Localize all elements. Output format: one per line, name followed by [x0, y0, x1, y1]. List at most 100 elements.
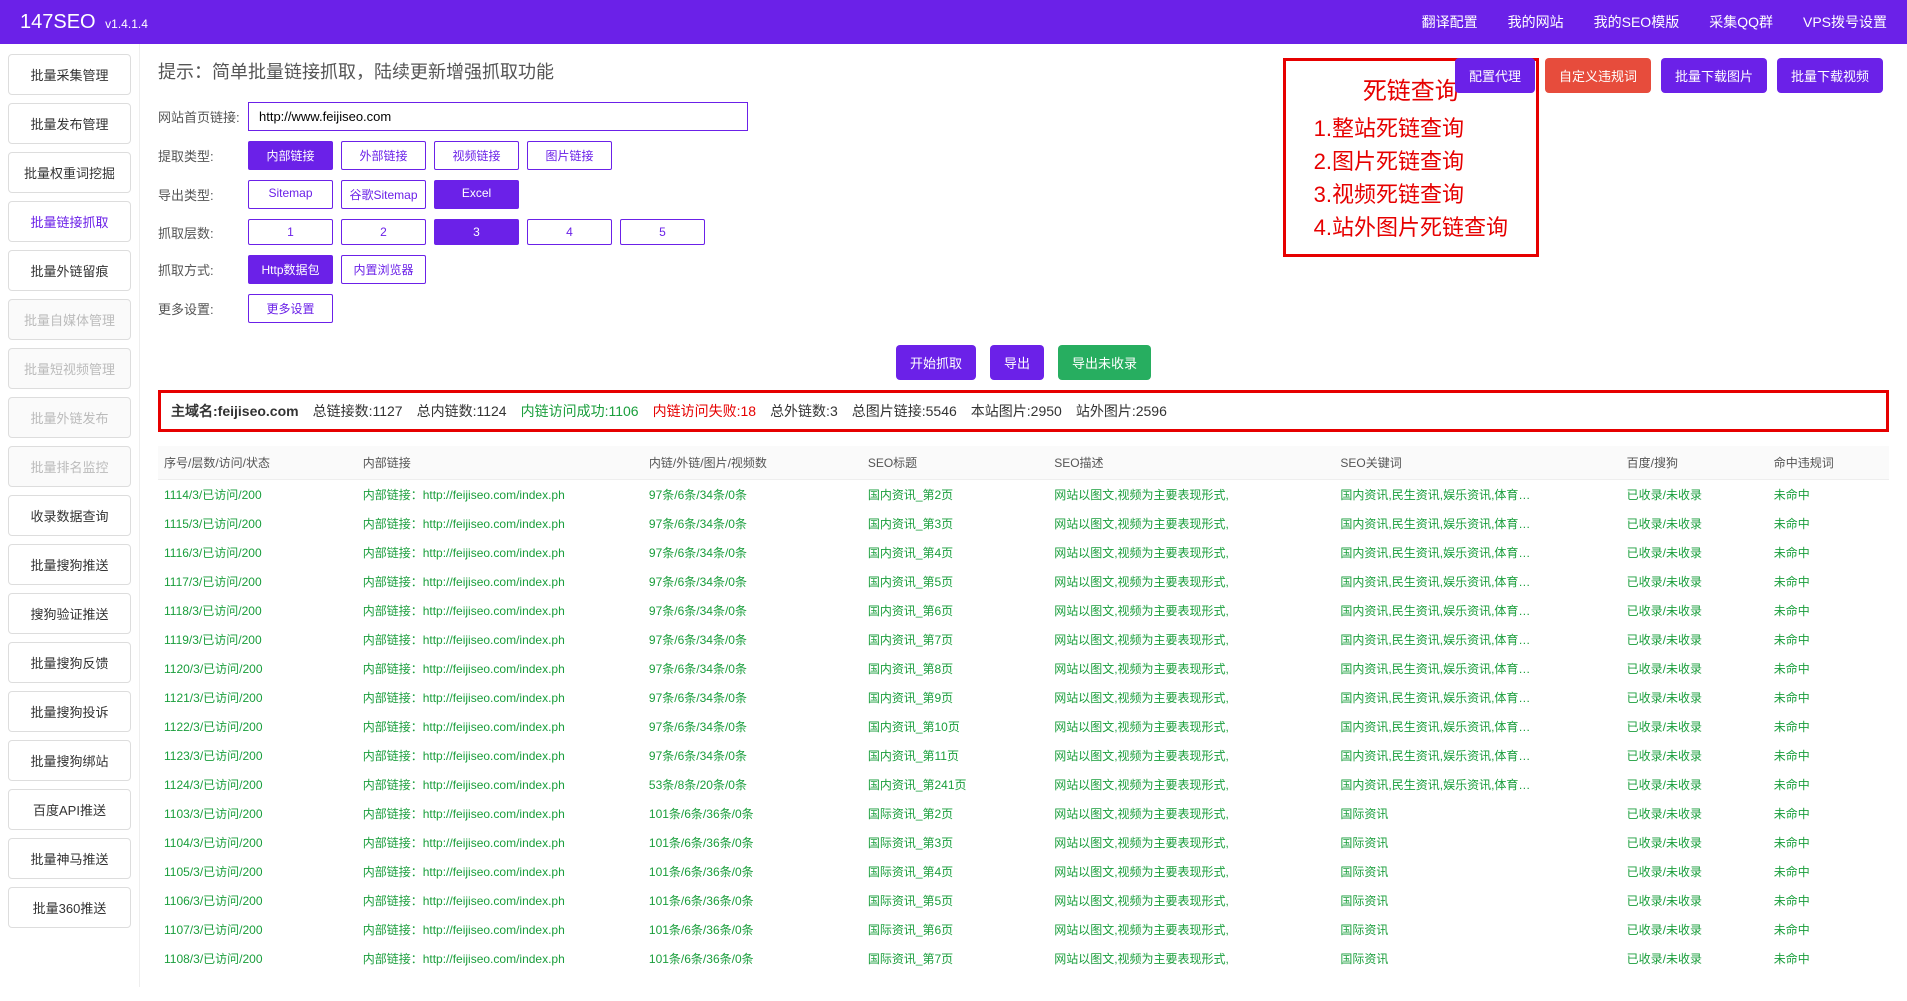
topnav-item[interactable]: 我的SEO模版 [1594, 12, 1680, 32]
sidebar-item: 批量自媒体管理 [8, 299, 131, 340]
url-input[interactable] [248, 102, 748, 131]
table-row[interactable]: 1116/3/已访问/200内部链接：http://feijiseo.com/i… [158, 538, 1889, 567]
table-cell: 101条/6条/36条/0条 [643, 915, 862, 944]
table-row[interactable]: 1121/3/已访问/200内部链接：http://feijiseo.com/i… [158, 683, 1889, 712]
sidebar-item[interactable]: 批量链接抓取 [8, 201, 131, 242]
option-button[interactable]: Http数据包 [248, 255, 333, 284]
table-cell: 国内资讯,民生资讯,娱乐资讯,体育… [1334, 741, 1620, 770]
table-cell: 网站以图文,视频为主要表现形式, [1048, 509, 1334, 538]
sidebar-item[interactable]: 批量360推送 [8, 887, 131, 928]
option-button[interactable]: 内置浏览器 [341, 255, 426, 284]
option-button[interactable]: 谷歌Sitemap [341, 180, 426, 209]
table-row[interactable]: 1123/3/已访问/200内部链接：http://feijiseo.com/i… [158, 741, 1889, 770]
table-row[interactable]: 1115/3/已访问/200内部链接：http://feijiseo.com/i… [158, 509, 1889, 538]
table-row[interactable]: 1114/3/已访问/200内部链接：http://feijiseo.com/i… [158, 480, 1889, 510]
table-cell: 国内资讯_第2页 [862, 480, 1048, 510]
table-row[interactable]: 1103/3/已访问/200内部链接：http://feijiseo.com/i… [158, 799, 1889, 828]
method-options: Http数据包内置浏览器 [248, 255, 426, 284]
option-button[interactable]: 2 [341, 219, 426, 245]
download-videos-button[interactable]: 批量下载视频 [1777, 58, 1883, 93]
more-settings-button[interactable]: 更多设置 [248, 294, 333, 323]
sidebar-item[interactable]: 收录数据查询 [8, 495, 131, 536]
option-button[interactable]: 图片链接 [527, 141, 612, 170]
table-row[interactable]: 1117/3/已访问/200内部链接：http://feijiseo.com/i… [158, 567, 1889, 596]
export-button[interactable]: 导出 [990, 345, 1044, 380]
option-button[interactable]: 内部链接 [248, 141, 333, 170]
option-button[interactable]: 4 [527, 219, 612, 245]
table-row[interactable]: 1120/3/已访问/200内部链接：http://feijiseo.com/i… [158, 654, 1889, 683]
stat-external: 总外链数:3 [770, 401, 838, 421]
sidebar-item[interactable]: 批量外链留痕 [8, 250, 131, 291]
column-header[interactable]: SEO描述 [1048, 446, 1334, 480]
topnav-item[interactable]: 翻译配置 [1422, 12, 1478, 32]
table-cell: 内部链接：http://feijiseo.com/index.ph [357, 770, 643, 799]
column-header[interactable]: 内部链接 [357, 446, 643, 480]
table-row[interactable]: 1122/3/已访问/200内部链接：http://feijiseo.com/i… [158, 712, 1889, 741]
column-header[interactable]: 序号/层数/访问/状态 [158, 446, 357, 480]
option-button[interactable]: Sitemap [248, 180, 333, 209]
topnav-item[interactable]: 采集QQ群 [1709, 12, 1773, 32]
table-cell: 网站以图文,视频为主要表现形式, [1048, 654, 1334, 683]
column-header[interactable]: 命中违规词 [1768, 446, 1889, 480]
column-header[interactable]: 内链/外链/图片/视频数 [643, 446, 862, 480]
table-cell: 内部链接：http://feijiseo.com/index.ph [357, 509, 643, 538]
infobox-line: 1.整站死链查询 [1314, 112, 1508, 145]
table-cell: 已收录/未收录 [1621, 741, 1768, 770]
topnav-item[interactable]: 我的网站 [1508, 12, 1564, 32]
infobox-line: 2.图片死链查询 [1314, 145, 1508, 178]
table-cell: 网站以图文,视频为主要表现形式, [1048, 857, 1334, 886]
sidebar-item[interactable]: 批量权重词挖掘 [8, 152, 131, 193]
table-row[interactable]: 1119/3/已访问/200内部链接：http://feijiseo.com/i… [158, 625, 1889, 654]
sidebar-item[interactable]: 批量神马推送 [8, 838, 131, 879]
sidebar-item[interactable]: 百度API推送 [8, 789, 131, 830]
option-button[interactable]: Excel [434, 180, 519, 209]
table-cell: 1103/3/已访问/200 [158, 799, 357, 828]
sidebar-item: 批量外链发布 [8, 397, 131, 438]
export-unindexed-button[interactable]: 导出未收录 [1058, 345, 1151, 380]
table-cell: 已收录/未收录 [1621, 538, 1768, 567]
url-label: 网站首页链接: [158, 107, 248, 126]
option-button[interactable]: 3 [434, 219, 519, 245]
start-crawl-button[interactable]: 开始抓取 [896, 345, 976, 380]
option-button[interactable]: 1 [248, 219, 333, 245]
table-row[interactable]: 1108/3/已访问/200内部链接：http://feijiseo.com/i… [158, 944, 1889, 973]
table-cell: 国际资讯 [1334, 915, 1620, 944]
column-header[interactable]: 百度/搜狗 [1621, 446, 1768, 480]
table-row[interactable]: 1104/3/已访问/200内部链接：http://feijiseo.com/i… [158, 828, 1889, 857]
table-cell: 1115/3/已访问/200 [158, 509, 357, 538]
table-cell: 未命中 [1768, 567, 1889, 596]
rules-button[interactable]: 自定义违规词 [1545, 58, 1651, 93]
table-cell: 未命中 [1768, 596, 1889, 625]
table-row[interactable]: 1118/3/已访问/200内部链接：http://feijiseo.com/i… [158, 596, 1889, 625]
proxy-button[interactable]: 配置代理 [1455, 58, 1535, 93]
sidebar-item[interactable]: 批量采集管理 [8, 54, 131, 95]
sidebar-item[interactable]: 批量搜狗绑站 [8, 740, 131, 781]
option-button[interactable]: 5 [620, 219, 705, 245]
sidebar-item[interactable]: 批量搜狗反馈 [8, 642, 131, 683]
brand: 147SEO v1.4.1.4 [20, 11, 148, 34]
option-button[interactable]: 视频链接 [434, 141, 519, 170]
sidebar-item[interactable]: 批量搜狗推送 [8, 544, 131, 585]
sidebar-item: 批量短视频管理 [8, 348, 131, 389]
table-row[interactable]: 1105/3/已访问/200内部链接：http://feijiseo.com/i… [158, 857, 1889, 886]
topnav-item[interactable]: VPS拨号设置 [1803, 12, 1887, 32]
column-header[interactable]: SEO关键词 [1334, 446, 1620, 480]
table-cell: 网站以图文,视频为主要表现形式, [1048, 741, 1334, 770]
table-row[interactable]: 1124/3/已访问/200内部链接：http://feijiseo.com/i… [158, 770, 1889, 799]
table-row[interactable]: 1107/3/已访问/200内部链接：http://feijiseo.com/i… [158, 915, 1889, 944]
table-cell: 1116/3/已访问/200 [158, 538, 357, 567]
table-cell: 未命中 [1768, 654, 1889, 683]
sidebar-item[interactable]: 批量发布管理 [8, 103, 131, 144]
center-actions: 开始抓取 导出 导出未收录 [158, 345, 1889, 380]
table-row[interactable]: 1106/3/已访问/200内部链接：http://feijiseo.com/i… [158, 886, 1889, 915]
table-cell: 内部链接：http://feijiseo.com/index.ph [357, 596, 643, 625]
sidebar-item[interactable]: 搜狗验证推送 [8, 593, 131, 634]
table-cell: 国际资讯_第2页 [862, 799, 1048, 828]
table-cell: 国内资讯_第7页 [862, 625, 1048, 654]
sidebar-item[interactable]: 批量搜狗投诉 [8, 691, 131, 732]
table-cell: 网站以图文,视频为主要表现形式, [1048, 770, 1334, 799]
table-cell: 国际资讯_第6页 [862, 915, 1048, 944]
download-images-button[interactable]: 批量下载图片 [1661, 58, 1767, 93]
column-header[interactable]: SEO标题 [862, 446, 1048, 480]
option-button[interactable]: 外部链接 [341, 141, 426, 170]
